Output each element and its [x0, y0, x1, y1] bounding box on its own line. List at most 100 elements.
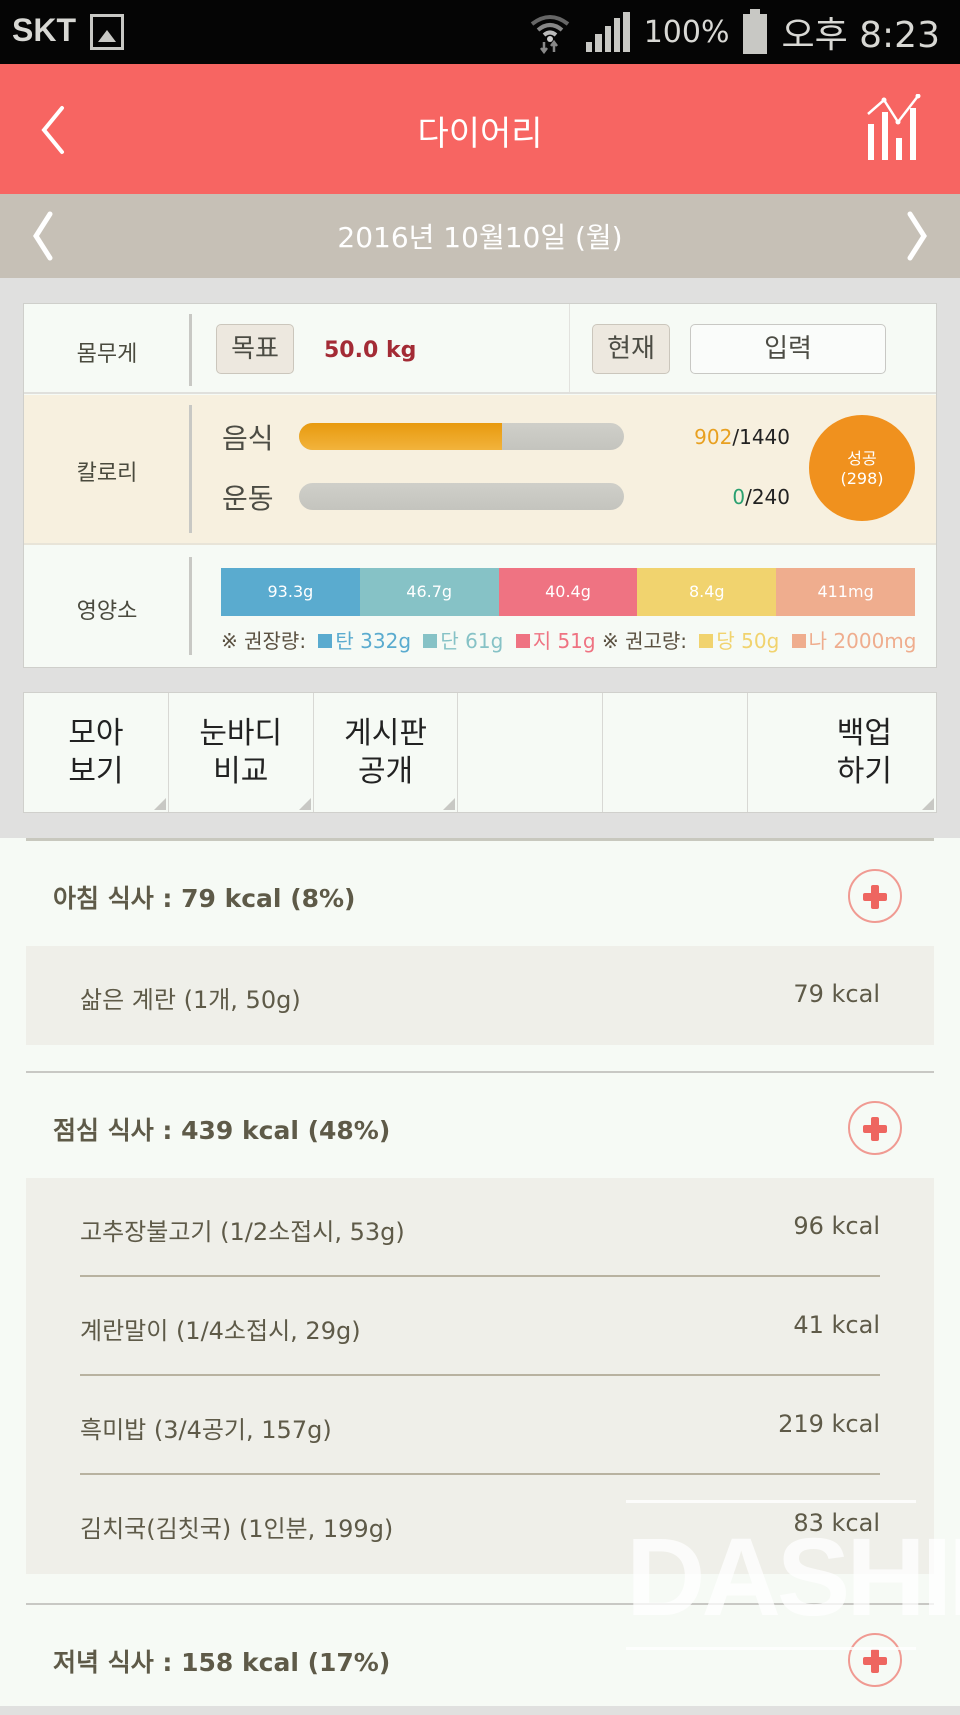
breakfast-title: 아침 식사 : 79 kcal (8%): [53, 884, 356, 913]
gallery-notification-icon: [90, 14, 124, 50]
breakfast-items: 삶은 계란 (1개, 50g) 79 kcal: [26, 946, 934, 1045]
divider: [569, 304, 570, 392]
sodium-segment: 411mg: [776, 568, 915, 616]
add-lunch-plus-icon[interactable]: [848, 1101, 902, 1155]
daily-summary-card: 몸무게 목표 50.0 kg 현재 입력 칼로리 음식 902/1440 운동 …: [23, 303, 937, 668]
carbohydrate-recommended: 탄 332g: [335, 629, 412, 653]
sugar-limit: 당 50g: [716, 629, 780, 653]
sodium-limit: 나 2000mg: [808, 629, 917, 653]
protein-recommended: 단 61g: [440, 629, 504, 653]
food-name: 고추장불고기 (1/2소접시, 53g): [80, 1218, 405, 1246]
calorie-row: 칼로리 음식 902/1440 운동 0/240 성공 (298): [24, 395, 936, 545]
statistics-chart-icon[interactable]: [864, 94, 924, 160]
exercise-label: 운동: [222, 482, 274, 515]
food-calorie-bar: [299, 423, 624, 450]
carbohydrate-swatch: [318, 634, 333, 648]
food-label: 음식: [222, 422, 274, 455]
corner-indicator-icon: [921, 798, 934, 810]
food-item[interactable]: 고추장불고기 (1/2소접시, 53g) 96 kcal: [26, 1178, 934, 1277]
food-name: 삶은 계란 (1개, 50g): [80, 986, 301, 1014]
app-header: 다이어리: [0, 64, 960, 194]
sodium-swatch: [791, 634, 806, 648]
view-all-button[interactable]: 모아 보기: [24, 693, 169, 812]
food-kcal: 83 kcal: [793, 1509, 880, 1537]
food-kcal: 79 kcal: [793, 980, 880, 1008]
food-name: 김치국(김칫국) (1인분, 199g): [80, 1515, 394, 1543]
corner-indicator-icon: [443, 798, 456, 810]
sugar-swatch: [699, 634, 714, 648]
nutrition-label: 영양소: [76, 599, 138, 624]
divider: [189, 405, 192, 533]
action-menu: 모아 보기 눈바디 비교 게시판 공개 백업 하기: [23, 692, 937, 813]
calorie-label: 칼로리: [76, 461, 138, 486]
food-kcal: 41 kcal: [793, 1311, 880, 1339]
food-item[interactable]: 김치국(김칫국) (1인분, 199g) 83 kcal: [26, 1475, 934, 1574]
add-dinner-plus-icon[interactable]: [848, 1633, 902, 1687]
menu-label: 백업 하기: [836, 715, 892, 789]
status-value: (298): [840, 469, 884, 488]
current-date[interactable]: 2016년 10월10일 (월): [0, 216, 960, 256]
divider: [189, 557, 192, 655]
food-kcal: 96 kcal: [793, 1212, 880, 1240]
status-bar: SKT 100% 오후 8:23: [0, 0, 960, 64]
food-name: 흑미밥 (3/4공기, 157g): [80, 1416, 332, 1444]
clock: 오후 8:23: [781, 15, 940, 56]
breakfast-header: 아침 식사 : 79 kcal (8%): [0, 841, 960, 951]
dinner-header: 저녁 식사 : 158 kcal (17%): [0, 1605, 960, 1715]
exercise-calorie-target: /240: [745, 485, 790, 509]
food-item[interactable]: 삶은 계란 (1개, 50g) 79 kcal: [26, 946, 934, 1045]
fat-segment: 40.4g: [498, 568, 638, 616]
corner-indicator-icon: [153, 798, 166, 810]
food-calorie-bar-fill: [299, 423, 503, 450]
fat-swatch: [515, 634, 530, 648]
nutrition-row: 영양소 93.3g 46.7g 40.4g 8.4g 411mg ※ 권장량: …: [24, 547, 936, 667]
food-calorie-target: /1440: [732, 425, 790, 449]
meal-list: 아침 식사 : 79 kcal (8%) 삶은 계란 (1개, 50g) 79 …: [0, 838, 960, 1706]
exercise-calorie-value: 0: [732, 485, 746, 509]
recommended-label: ※ 권장량:: [221, 629, 307, 653]
empty-menu-slot: [603, 693, 749, 812]
status-label: 성공: [847, 449, 877, 468]
add-breakfast-plus-icon[interactable]: [848, 869, 902, 923]
carbohydrate-segment: 93.3g: [221, 568, 360, 616]
lunch-header: 점심 식사 : 439 kcal (48%): [0, 1073, 960, 1183]
date-navigator: 2016년 10월10일 (월): [0, 194, 960, 278]
fat-recommended: 지 51g: [532, 629, 596, 653]
body-compare-button[interactable]: 눈바디 비교: [169, 693, 314, 812]
exercise-calorie-count: 0/240: [732, 485, 790, 509]
lunch-title: 점심 식사 : 439 kcal (48%): [53, 1116, 391, 1145]
food-item[interactable]: 계란말이 (1/4소접시, 29g) 41 kcal: [26, 1277, 934, 1376]
menu-label: 눈바디 비교: [199, 715, 283, 789]
food-kcal: 219 kcal: [778, 1410, 880, 1438]
page-title: 다이어리: [417, 114, 543, 154]
backup-button[interactable]: 백업 하기: [748, 693, 936, 812]
calorie-status-badge[interactable]: 성공 (298): [809, 415, 915, 521]
weight-input-button[interactable]: 입력: [690, 324, 886, 374]
battery-icon: [743, 9, 768, 54]
goal-weight-button[interactable]: 목표: [216, 324, 294, 374]
next-day-icon[interactable]: [902, 210, 932, 262]
dinner-title: 저녁 식사 : 158 kcal (17%): [53, 1648, 391, 1677]
sugar-segment: 8.4g: [637, 568, 777, 616]
nutrition-legend: ※ 권장량: 탄 332g 단 61g 지 51g ※ 권고량: 당 50g 나…: [221, 625, 916, 654]
food-calorie-value: 902: [694, 425, 733, 449]
food-item[interactable]: 흑미밥 (3/4공기, 157g) 219 kcal: [26, 1376, 934, 1475]
nutrition-bar: 93.3g 46.7g 40.4g 8.4g 411mg: [221, 568, 915, 616]
weight-row: 몸무게 목표 50.0 kg 현재 입력: [24, 304, 936, 394]
weight-label: 몸무게: [76, 342, 138, 367]
protein-swatch: [423, 634, 438, 648]
signal-icon: [585, 12, 630, 52]
current-weight-button[interactable]: 현재: [592, 324, 670, 374]
goal-weight-value: 50.0 kg: [324, 338, 417, 363]
food-calorie-count: 902/1440: [694, 425, 790, 449]
wifi-icon: [530, 15, 569, 54]
carrier-label: SKT: [12, 12, 76, 48]
empty-menu-slot: [458, 693, 604, 812]
menu-label: 게시판 공개: [344, 715, 427, 789]
divider: [189, 314, 192, 386]
lunch-items: 고추장불고기 (1/2소접시, 53g) 96 kcal 계란말이 (1/4소접…: [26, 1178, 934, 1574]
protein-segment: 46.7g: [359, 568, 499, 616]
exercise-calorie-bar: [299, 483, 624, 510]
board-share-button[interactable]: 게시판 공개: [314, 693, 459, 812]
food-name: 계란말이 (1/4소접시, 29g): [80, 1317, 361, 1345]
